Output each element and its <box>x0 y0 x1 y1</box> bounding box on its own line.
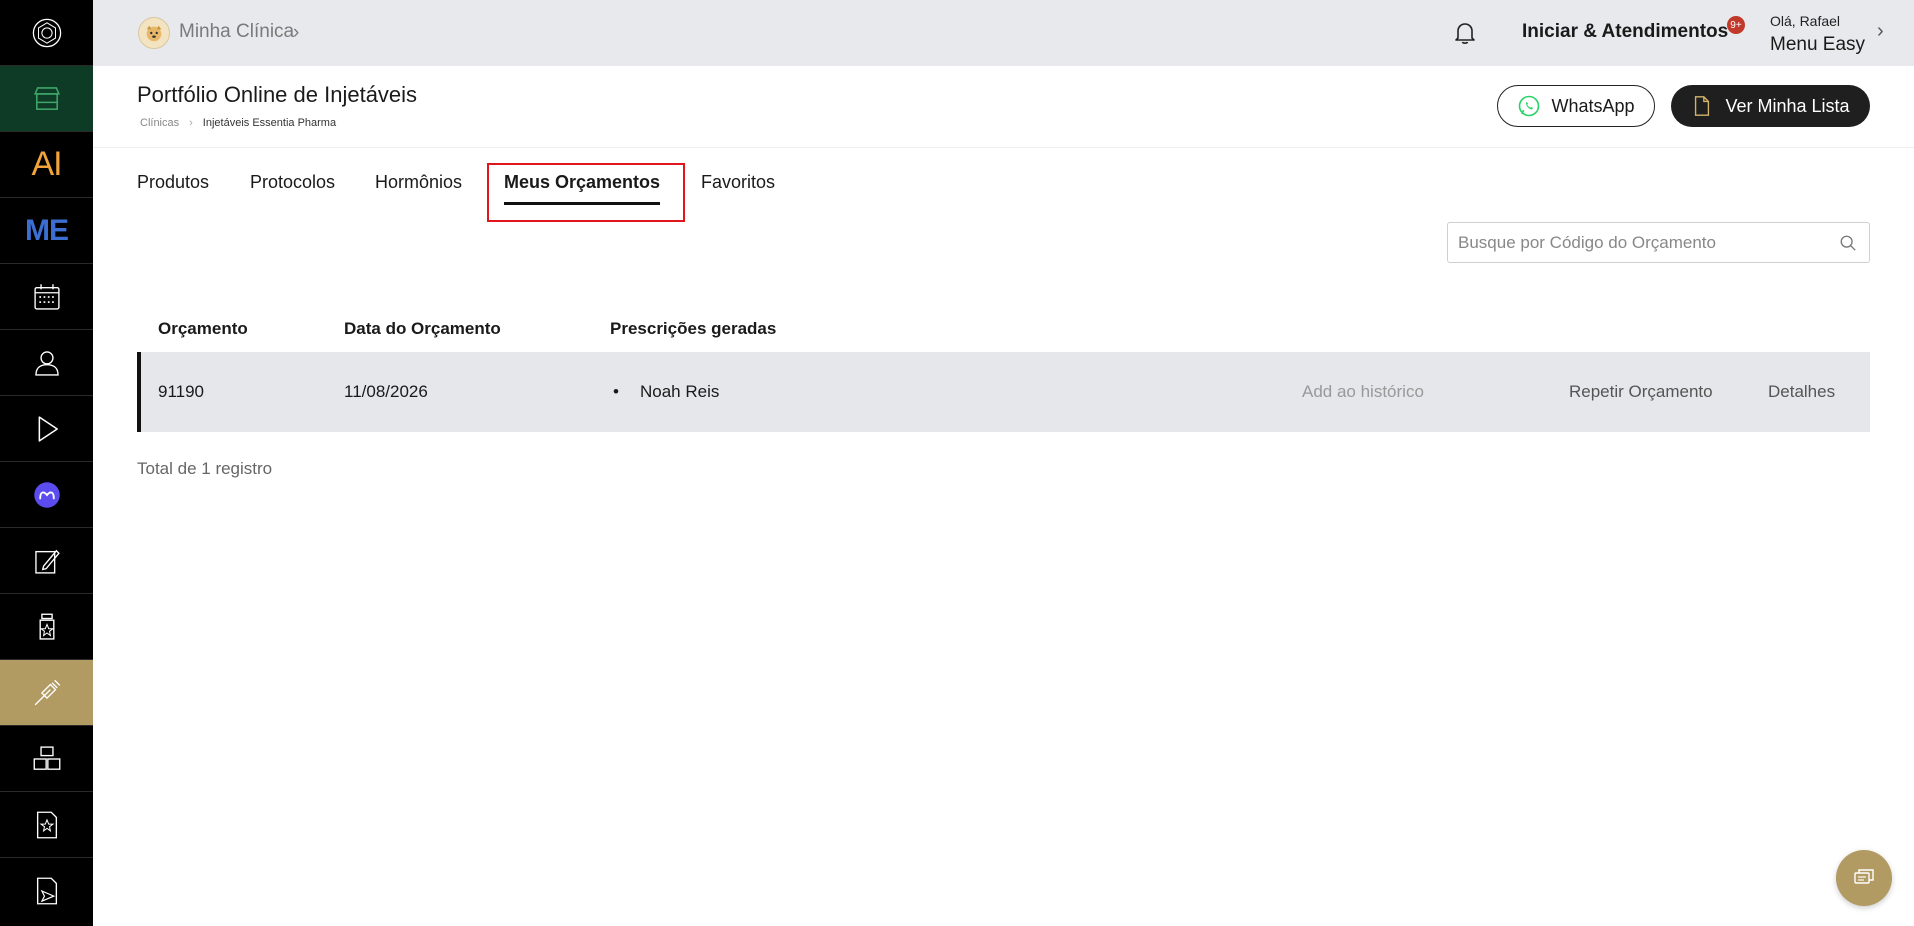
breadcrumb-item-current: Injetáveis Essentia Pharma <box>202 117 337 129</box>
chevron-right-icon[interactable]: › <box>1877 20 1884 43</box>
repetir-orcamento-button[interactable]: Repetir Orçamento <box>1569 382 1713 402</box>
column-header-data: Data do Orçamento <box>344 319 501 338</box>
column-header-orcamento: Orçamento <box>158 319 248 338</box>
total-records: Total de 1 registro <box>137 459 273 478</box>
sidebar-item-document-star[interactable] <box>0 792 93 858</box>
whatsapp-icon <box>1519 95 1540 117</box>
sidebar-item-boxes[interactable] <box>0 726 93 792</box>
search-icon[interactable] <box>1839 234 1857 252</box>
notification-badge: 9+ <box>1727 16 1745 34</box>
play-icon <box>38 415 58 442</box>
ai-icon: AI <box>31 145 62 183</box>
sidebar-logo[interactable] <box>0 0 93 66</box>
user-menu-name[interactable]: Menu Easy <box>1770 34 1865 56</box>
ver-minha-lista-label: Ver Minha Lista <box>1725 95 1850 116</box>
cell-orcamento: 91190 <box>158 382 205 401</box>
sidebar-item-play[interactable] <box>0 396 93 462</box>
tab-protocolos[interactable]: Protocolos <box>250 172 335 193</box>
sidebar-item-edit[interactable] <box>0 528 93 594</box>
list-bullet: • <box>613 382 619 401</box>
me-icon: ME <box>25 213 69 247</box>
search-input[interactable] <box>1458 223 1828 262</box>
dog-avatar-icon <box>146 25 162 42</box>
store-icon <box>33 86 60 110</box>
iniciar-atendimentos-link[interactable]: Iniciar & Atendimentos <box>1522 21 1728 43</box>
sidebar-item-chat[interactable] <box>0 462 93 528</box>
page-header: Portfólio Online de Injetáveis Clínicas … <box>93 66 1914 148</box>
bottle-icon <box>39 613 54 640</box>
detalhes-button[interactable]: Detalhes <box>1768 382 1835 402</box>
sidebar-item-calendar[interactable] <box>0 264 93 330</box>
clinic-avatar[interactable] <box>138 17 170 49</box>
document-send-icon <box>36 877 57 905</box>
sidebar-item-bottle[interactable] <box>0 594 93 660</box>
document-icon <box>1695 96 1710 116</box>
boxes-icon <box>33 745 60 770</box>
page-title: Portfólio Online de Injetáveis <box>137 82 418 107</box>
document-star-icon <box>36 811 57 838</box>
breadcrumb-item-clinicas[interactable]: Clínicas <box>140 117 179 129</box>
bell-icon[interactable] <box>1451 19 1479 47</box>
whatsapp-button[interactable]: WhatsApp <box>1497 85 1655 127</box>
sidebar: AI ME <box>0 0 93 926</box>
user-icon <box>34 350 59 376</box>
tab-produtos[interactable]: Produtos <box>137 172 209 193</box>
sidebar-item-injectables[interactable] <box>0 660 93 726</box>
sidebar-item-store[interactable] <box>0 66 93 132</box>
cell-data: 11/08/2026 <box>344 382 428 401</box>
highlight-box <box>487 163 685 222</box>
chat-icon <box>1854 869 1874 884</box>
table-row: 91190 11/08/2026 • Noah Reis Add ao hist… <box>137 352 1870 432</box>
breadcrumb-separator: › <box>189 117 193 129</box>
tab-favoritos[interactable]: Favoritos <box>701 172 775 193</box>
add-historico-button[interactable]: Add ao histórico <box>1302 382 1424 402</box>
sidebar-item-ai[interactable]: AI <box>0 132 93 198</box>
chevron-right-icon[interactable]: › <box>293 22 299 44</box>
breadcrumb: Clínicas › Injetáveis Essentia Pharma <box>140 117 336 129</box>
cell-prescricao: Noah Reis <box>640 382 720 401</box>
column-header-prescricoes: Prescrições geradas <box>610 319 777 338</box>
ver-minha-lista-button[interactable]: Ver Minha Lista <box>1671 85 1870 127</box>
syringe-icon <box>34 679 60 705</box>
floating-chat-button[interactable] <box>1836 850 1892 906</box>
calendar-icon <box>33 283 60 310</box>
tab-hormonios[interactable]: Hormônios <box>375 172 462 193</box>
chat-bubble-icon <box>33 481 60 508</box>
sidebar-item-user[interactable] <box>0 330 93 396</box>
search-box <box>1447 222 1870 263</box>
edit-icon <box>34 549 60 574</box>
user-greeting: Olá, Rafael <box>1770 13 1841 29</box>
logo-icon <box>32 18 61 47</box>
clinic-name[interactable]: Minha Clínica <box>179 21 294 43</box>
sidebar-item-document-send[interactable] <box>0 858 93 924</box>
sidebar-item-me[interactable]: ME <box>0 198 93 264</box>
whatsapp-label: WhatsApp <box>1551 95 1635 116</box>
top-bar: Minha Clínica › Iniciar & Atendimentos 9… <box>93 0 1914 66</box>
